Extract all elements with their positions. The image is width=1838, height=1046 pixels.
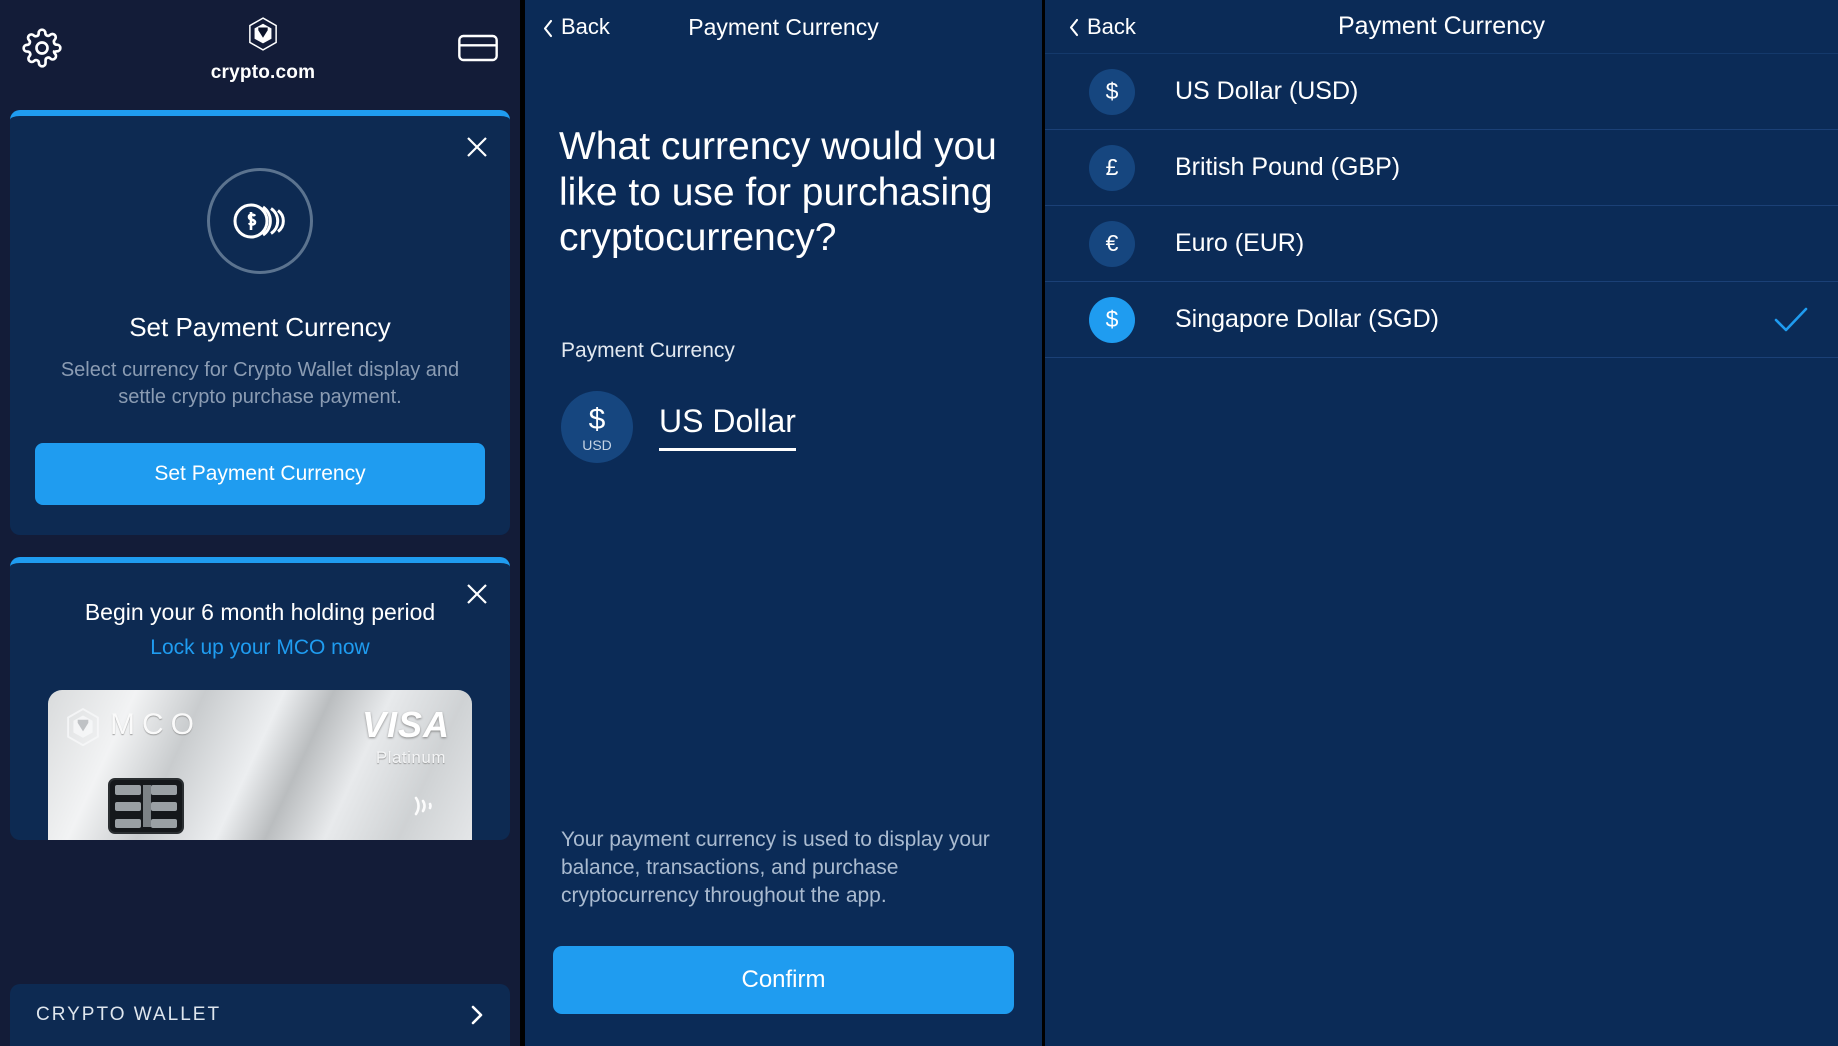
currency-badge[interactable]: $ USD xyxy=(561,390,633,463)
close-icon[interactable] xyxy=(464,581,490,607)
page-title: Payment Currency xyxy=(1337,12,1546,40)
currency-option-row[interactable]: £ British Pound (GBP) xyxy=(1045,130,1838,206)
payment-currency-label: Payment Currency xyxy=(561,338,735,362)
middle-nav-bar: Back Payment Currency xyxy=(525,0,1042,54)
promo-description: Select currency for Crypto Wallet displa… xyxy=(60,359,460,408)
left-topbar: crypto.com xyxy=(0,0,520,100)
currency-option-row[interactable]: $ US Dollar (USD) xyxy=(1045,54,1838,130)
mco-visa-card-image: MCO VISA Platinum xyxy=(48,690,472,840)
contactless-icon xyxy=(406,788,442,824)
currency-symbol: $ xyxy=(588,402,606,436)
right-nav-bar: Back Payment Currency xyxy=(1045,0,1838,54)
back-label: Back xyxy=(1087,13,1136,39)
back-label: Back xyxy=(561,14,610,39)
currency-symbol-badge: $ xyxy=(1089,296,1135,343)
set-payment-currency-card: Set Payment Currency Select currency for… xyxy=(10,110,510,535)
payment-currency-detail-panel: Back Payment Currency What currency woul… xyxy=(520,0,1045,1046)
payment-currency-note: Your payment currency is used to display… xyxy=(561,828,990,908)
currency-code: USD xyxy=(582,436,612,453)
emv-chip-icon xyxy=(108,778,184,834)
currency-option-label: Singapore Dollar (SGD) xyxy=(1175,305,1439,333)
currency-option-list: $ US Dollar (USD) £ British Pound (GBP) € Eur… xyxy=(1045,54,1838,358)
app-screen: crypto.com Set Payment Currency Select c… xyxy=(0,0,1838,1046)
currency-name-field[interactable]: US Dollar xyxy=(659,403,796,451)
back-button[interactable]: Back xyxy=(543,14,610,40)
currency-option-label: British Pound (GBP) xyxy=(1175,153,1401,181)
mco-lockup-card: Begin your 6 month holding period Lock u… xyxy=(10,557,510,840)
mco-title: Begin your 6 month holding period xyxy=(84,599,436,625)
currency-symbol-badge: £ xyxy=(1089,144,1135,191)
visa-tier-text: Platinum xyxy=(375,748,446,767)
promo-title: Set Payment Currency xyxy=(129,312,391,342)
currency-option-row[interactable]: $ Singapore Dollar (SGD) xyxy=(1045,282,1838,358)
back-button[interactable]: Back xyxy=(1069,14,1136,40)
crypto-com-hex-logo-icon xyxy=(248,16,278,56)
currency-symbol-badge: $ xyxy=(1089,68,1135,115)
brand-name: crypto.com xyxy=(210,61,316,83)
brand: crypto.com xyxy=(210,16,316,84)
crypto-com-hex-logo-icon xyxy=(66,707,100,747)
chevron-right-icon xyxy=(470,1004,484,1026)
gear-icon[interactable] xyxy=(22,27,62,73)
mco-lockup-link[interactable]: Lock up your MCO now xyxy=(10,636,510,660)
chevron-left-icon xyxy=(1069,17,1080,37)
crypto-wallet-label: CRYPTO WALLET xyxy=(36,1004,222,1025)
currency-option-row[interactable]: € Euro (EUR) xyxy=(1045,206,1838,282)
crypto-wallet-row[interactable]: CRYPTO WALLET xyxy=(10,984,510,1046)
currency-option-label: US Dollar (USD) xyxy=(1175,77,1359,105)
question-heading: What currency would you like to use for … xyxy=(559,125,997,260)
check-icon xyxy=(1774,307,1808,333)
credit-card-icon[interactable] xyxy=(458,32,498,69)
currency-symbol-badge: € xyxy=(1089,220,1135,267)
wallet-home-panel: crypto.com Set Payment Currency Select c… xyxy=(0,0,520,1046)
currency-option-label: Euro (EUR) xyxy=(1175,229,1305,257)
set-payment-currency-button[interactable]: Set Payment Currency xyxy=(35,443,485,505)
currency-list-panel: Back Payment Currency $ US Dollar (USD) £ B… xyxy=(1045,0,1838,1046)
mco-brand-text: MCO xyxy=(110,708,201,741)
close-icon[interactable] xyxy=(464,134,490,160)
visa-brand-text: VISA xyxy=(361,704,450,745)
coins-stack-icon xyxy=(207,168,313,274)
chevron-left-icon xyxy=(543,18,554,37)
confirm-button[interactable]: Confirm xyxy=(553,946,1014,1014)
selected-currency-row[interactable]: $ USD US Dollar xyxy=(561,390,1042,463)
